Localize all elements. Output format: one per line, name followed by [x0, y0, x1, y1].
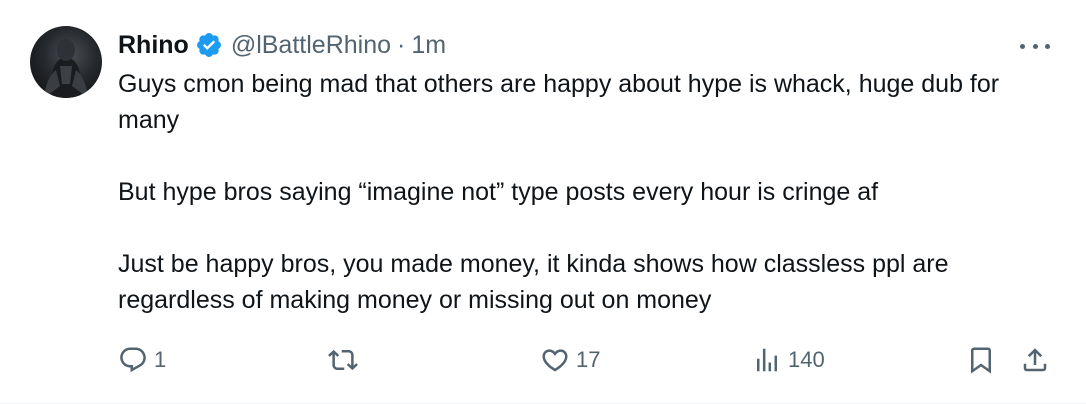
views-icon: [752, 345, 782, 375]
timestamp[interactable]: 1m: [411, 28, 446, 62]
like-count: 17: [576, 347, 601, 372]
tweet-paragraph-3: Just be happy bros, you made money, it k…: [118, 250, 956, 314]
reply-icon: [118, 345, 148, 375]
repost-icon: [328, 345, 358, 375]
tweet-header: Rhino @lBattleRhino · 1m: [118, 28, 446, 62]
repost-button[interactable]: [328, 340, 364, 380]
tweet-paragraph-2: But hype bros saying “imagine not” type …: [118, 178, 879, 206]
reply-count: 1: [154, 347, 167, 372]
bookmark-button[interactable]: [966, 340, 996, 380]
bookmark-icon: [966, 345, 996, 375]
separator-dot: ·: [397, 31, 406, 59]
views-button[interactable]: 140: [752, 340, 825, 380]
more-dots-icon[interactable]: [1020, 36, 1050, 56]
like-icon: [540, 345, 570, 375]
author-handle[interactable]: @lBattleRhino: [231, 28, 391, 62]
tweet-text: Guys cmon being mad that others are happ…: [118, 66, 1048, 318]
avatar[interactable]: [30, 26, 102, 98]
tweet-card[interactable]: Rhino @lBattleRhino · 1m Guys cmon being…: [0, 0, 1086, 404]
share-button[interactable]: [1020, 340, 1050, 380]
verified-badge-icon[interactable]: [195, 31, 223, 59]
like-button[interactable]: 17: [540, 340, 600, 380]
author-name[interactable]: Rhino: [118, 28, 189, 62]
action-bar: 1 17 140: [116, 340, 1056, 380]
reply-button[interactable]: 1: [118, 340, 166, 380]
views-count: 140: [788, 347, 825, 372]
avatar-image: [44, 39, 88, 98]
tweet-paragraph-1: Guys cmon being mad that others are happ…: [118, 70, 1007, 134]
share-icon: [1020, 345, 1050, 375]
